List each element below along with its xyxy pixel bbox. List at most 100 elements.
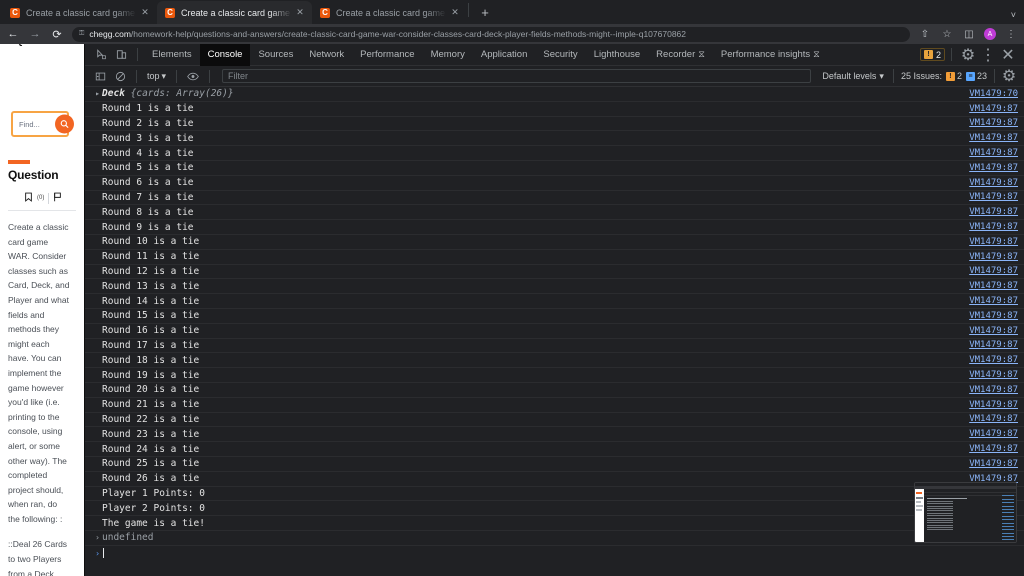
search-icon[interactable] [55, 114, 74, 134]
tab-lighthouse[interactable]: Lighthouse [586, 44, 648, 66]
console-input[interactable] [102, 548, 1024, 559]
browser-window: C Create a classic card game WA ✕ C Crea… [0, 0, 1024, 576]
issues-summary[interactable]: 25 Issues: ! 2 ≡ 23 [892, 69, 995, 83]
browser-tab-2-active[interactable]: C Create a classic card game WA ✕ [157, 1, 312, 24]
device-toolbar-icon[interactable] [111, 45, 131, 65]
more-options-icon[interactable]: ⋮ [978, 45, 998, 65]
bookmark-star-icon[interactable]: ☆ [940, 29, 954, 40]
clear-console-icon[interactable] [110, 66, 130, 86]
devtools-panel: Elements Console Sources Network Perform… [84, 43, 1024, 576]
address-bar[interactable]: ⚿ chegg.com/homework-help/questions-and-… [72, 26, 910, 42]
tab-close-icon[interactable]: ✕ [139, 7, 151, 19]
inspect-element-icon[interactable] [91, 45, 111, 65]
gear-icon[interactable]: ⚙ [958, 45, 978, 65]
tab-recorder[interactable]: Recorder ⧖ [648, 44, 713, 66]
console-message-row: Round 21 is a tie VM1479:87 [85, 398, 1024, 413]
source-link[interactable]: VM1479:87 [969, 340, 1018, 350]
source-link[interactable]: VM1479:87 [969, 326, 1018, 336]
pip-page-sliver [915, 489, 924, 542]
console-message-row: Round 8 is a tie VM1479:87 [85, 205, 1024, 221]
source-link[interactable]: VM1479:87 [969, 222, 1018, 232]
tab-security[interactable]: Security [535, 44, 585, 66]
console-prompt-row[interactable]: › [85, 546, 1024, 561]
tab-memory[interactable]: Memory [423, 44, 473, 66]
side-panel-icon[interactable]: ◫ [962, 29, 976, 40]
new-tab-button[interactable]: + [474, 1, 496, 23]
live-expression-eye-icon[interactable] [183, 66, 203, 86]
tab-application[interactable]: Application [473, 44, 535, 66]
tab-elements[interactable]: Elements [144, 44, 200, 66]
source-link[interactable]: VM1479:87 [969, 266, 1018, 276]
flag-icon[interactable] [53, 192, 62, 204]
source-link[interactable]: VM1479:87 [969, 414, 1018, 424]
browser-tab-1[interactable]: C Create a classic card game WA ✕ [2, 1, 157, 24]
source-link[interactable]: VM1479:87 [969, 252, 1018, 262]
source-link[interactable]: VM1479:87 [969, 163, 1018, 173]
source-link[interactable]: VM1479:87 [969, 133, 1018, 143]
source-link[interactable]: VM1479:87 [969, 296, 1018, 306]
source-link[interactable]: VM1479:87 [969, 237, 1018, 247]
console-message-text: Round 3 is a tie [102, 132, 194, 144]
source-link[interactable]: VM1479:87 [969, 104, 1018, 114]
console-message-text: Round 9 is a tie [102, 221, 194, 233]
forward-button[interactable]: → [28, 28, 42, 40]
source-link[interactable]: VM1479:87 [969, 148, 1018, 158]
console-message-text: Round 21 is a tie [102, 399, 200, 411]
text-cursor [103, 548, 104, 559]
pip-body [915, 489, 1016, 542]
source-link[interactable]: VM1479:87 [969, 311, 1018, 321]
source-link[interactable]: VM1479:87 [969, 385, 1018, 395]
console-message-text: Round 15 is a tie [102, 310, 200, 322]
tab-performance[interactable]: Performance [352, 44, 422, 66]
source-link[interactable]: VM1479:87 [969, 444, 1018, 454]
tab-console[interactable]: Console [199, 43, 251, 66]
filter-input[interactable]: Filter [222, 69, 812, 83]
issues-label: 25 Issues: [900, 71, 942, 81]
tab-close-icon[interactable]: ✕ [294, 7, 306, 19]
source-link[interactable]: VM1479:87 [969, 118, 1018, 128]
profile-avatar[interactable]: A [984, 28, 996, 40]
close-devtools-icon[interactable]: ✕ [998, 45, 1018, 65]
source-link[interactable]: VM1479:87 [969, 355, 1018, 365]
source-link[interactable]: VM1479:70 [969, 89, 1018, 99]
source-link[interactable]: VM1479:87 [969, 400, 1018, 410]
console-sidebar-toggle-icon[interactable] [90, 66, 110, 86]
console-message-text: Deck {cards: Array(26)} [102, 88, 1024, 99]
console-message-text: Player 2 Points: 0 [102, 502, 205, 514]
picture-in-picture-thumbnail[interactable] [914, 482, 1017, 543]
back-button[interactable]: ← [6, 28, 20, 40]
source-link[interactable]: VM1479:87 [969, 192, 1018, 202]
source-link[interactable]: VM1479:87 [969, 370, 1018, 380]
console-settings-gear-icon[interactable]: ⚙ [999, 66, 1019, 86]
source-link[interactable]: VM1479:87 [969, 178, 1018, 188]
bookmark-icon[interactable] [24, 192, 33, 204]
issues-warning-chip: ! 2 [945, 71, 962, 81]
browser-tab-3[interactable]: C Create a classic card game WA ✕ [312, 1, 467, 24]
tab-performance-insights[interactable]: Performance insights ⧖ [713, 44, 828, 66]
tab-close-icon[interactable]: ✕ [449, 7, 461, 19]
source-link[interactable]: VM1479:87 [969, 281, 1018, 291]
tab-sources[interactable]: Sources [250, 44, 301, 66]
console-message-text: Round 10 is a tie [102, 236, 200, 248]
console-object-row[interactable]: ▸ Deck {cards: Array(26)} VM1479:70 [85, 87, 1024, 102]
browser-menu-icon[interactable]: ⋮ [1004, 29, 1018, 40]
source-link[interactable]: VM1479:87 [969, 207, 1018, 217]
console-output[interactable]: ▸ Deck {cards: Array(26)} VM1479:70 Roun… [85, 87, 1024, 576]
experiment-flask-icon: ⧖ [813, 49, 820, 60]
devtools-tab-list: Elements Console Sources Network Perform… [144, 43, 828, 66]
source-link[interactable]: VM1479:87 [969, 429, 1018, 439]
expand-triangle-icon[interactable]: ▸ [93, 89, 102, 98]
console-message-row: Round 23 is a tie VM1479:87 [85, 427, 1024, 443]
log-levels-selector[interactable]: Default levels ▾ [817, 71, 889, 82]
chevron-down-icon: ▾ [879, 70, 884, 81]
reload-button[interactable]: ⟳ [50, 28, 64, 41]
warning-count-badge[interactable]: ! 2 [919, 48, 945, 61]
find-input[interactable]: Find... [11, 111, 74, 137]
share-icon[interactable]: ⇧ [918, 29, 932, 40]
source-link[interactable]: VM1479:87 [969, 459, 1018, 469]
execution-context-selector[interactable]: top ▾ [143, 71, 170, 82]
tab-search-chevron-down-icon[interactable]: ˅ [1011, 10, 1016, 20]
url-host: chegg.com [89, 29, 131, 39]
console-message-text: Round 11 is a tie [102, 251, 200, 263]
tab-network[interactable]: Network [301, 44, 352, 66]
